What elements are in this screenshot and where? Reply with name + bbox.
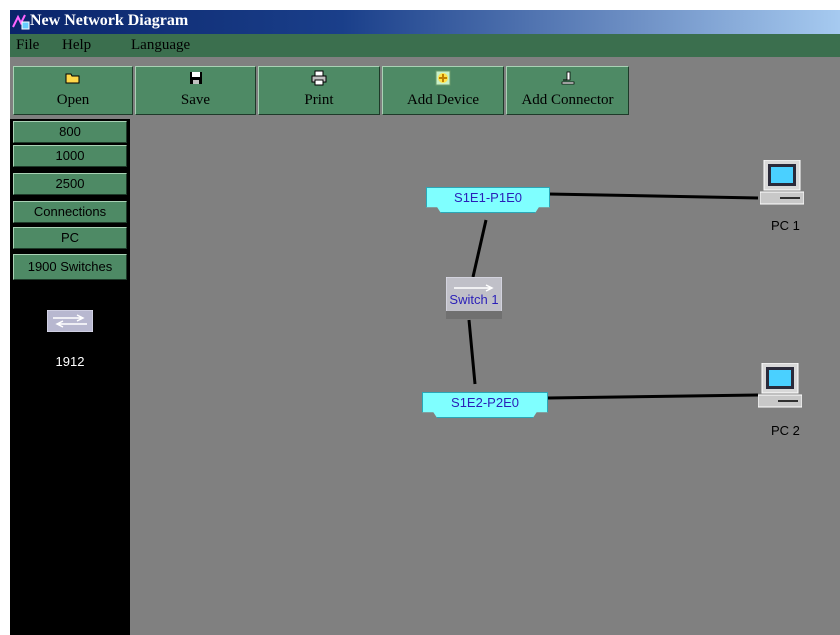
printer-icon <box>311 70 327 86</box>
connection-line[interactable] <box>471 219 488 278</box>
switch-label: Switch 1 <box>449 292 499 307</box>
menu-help[interactable]: Help <box>62 37 91 54</box>
pc-1-label: PC 1 <box>771 218 800 233</box>
network-app-icon <box>12 14 30 30</box>
print-button-label: Print <box>304 92 334 108</box>
diagram-canvas[interactable]: S1E1-P1E0 S1E2-P2E0 Switch 1 PC 1 PC 2 <box>130 119 840 635</box>
connection-line[interactable] <box>547 393 759 400</box>
device-palette-sidebar: 800 1000 2500 Connections PC 1900 Switch… <box>10 119 130 635</box>
add-connector-button-label: Add Connector <box>521 92 614 108</box>
save-button-label: Save <box>180 92 211 108</box>
menu-file[interactable]: File <box>16 37 39 54</box>
title-bar[interactable]: New Network Diagram <box>10 10 840 34</box>
connection-line[interactable] <box>467 319 477 385</box>
application-window: New Network Diagram File Help Language O… <box>10 10 840 635</box>
category-1000[interactable]: 1000 <box>13 145 127 167</box>
toolbar: Open Save Print Add Device Add Connector <box>10 63 840 119</box>
open-button-label: Open <box>56 92 90 108</box>
category-800[interactable]: 800 <box>13 121 127 143</box>
open-button[interactable]: Open <box>13 66 133 115</box>
pc-1-computer-icon[interactable] <box>760 160 804 206</box>
menu-bar: File Help Language <box>10 34 840 57</box>
port-label-s1e1-p1e0[interactable]: S1E1-P1E0 <box>426 187 550 213</box>
save-button[interactable]: Save <box>135 66 256 115</box>
category-2500[interactable]: 2500 <box>13 173 127 195</box>
pc-2-computer-icon[interactable] <box>758 363 802 409</box>
folder-icon <box>65 73 80 84</box>
category-1900-switches[interactable]: 1900 Switches <box>13 254 127 280</box>
add-device-button-label: Add Device <box>406 92 480 108</box>
pc-2-label: PC 2 <box>771 423 800 438</box>
category-connections[interactable]: Connections <box>13 201 127 223</box>
add-device-icon <box>435 70 451 86</box>
window-title: New Network Diagram <box>30 12 189 29</box>
add-connector-icon <box>561 71 574 85</box>
connection-line[interactable] <box>547 192 759 200</box>
category-pc[interactable]: PC <box>13 227 127 249</box>
add-device-button[interactable]: Add Device <box>382 66 504 115</box>
port-label-s1e2-p2e0[interactable]: S1E2-P2E0 <box>422 392 548 418</box>
switch-icon[interactable] <box>47 310 93 332</box>
device-label-1912: 1912 <box>55 354 85 369</box>
menu-language[interactable]: Language <box>131 37 190 54</box>
add-connector-button[interactable]: Add Connector <box>506 66 629 115</box>
floppy-disk-icon <box>189 72 202 84</box>
print-button[interactable]: Print <box>258 66 380 115</box>
